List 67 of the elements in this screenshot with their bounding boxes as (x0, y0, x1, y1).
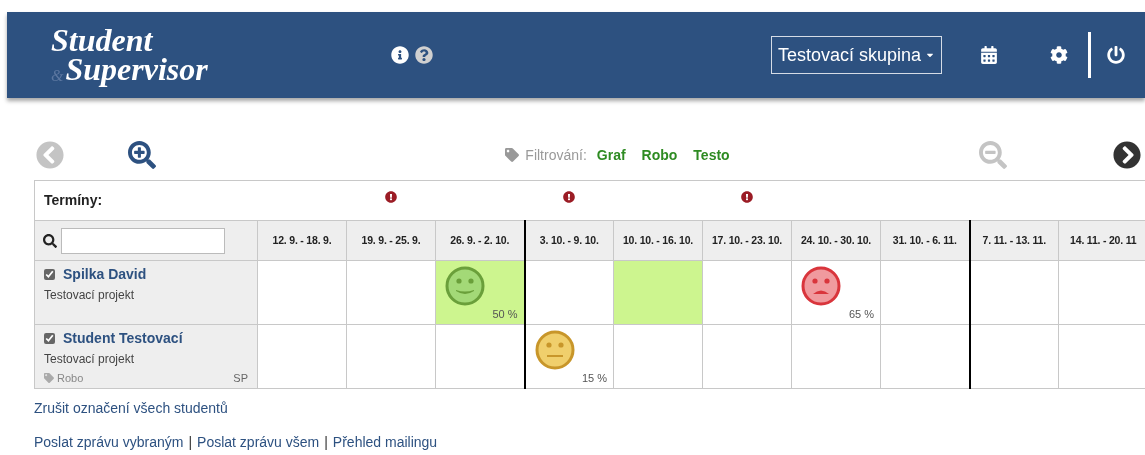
week-cell[interactable] (613, 260, 703, 325)
power-icon[interactable] (1107, 46, 1125, 64)
week-header: 10. 10. - 16. 10. (613, 220, 703, 261)
week-cell[interactable] (257, 324, 347, 389)
percent-label: 15 % (581, 370, 607, 386)
week-cell[interactable] (257, 260, 347, 325)
info-icon[interactable] (391, 46, 409, 64)
search-icon (43, 233, 57, 248)
deadlines-label: Termíny: (34, 180, 258, 221)
filter-link[interactable]: Robo (641, 144, 678, 166)
week-cell[interactable] (346, 260, 436, 325)
deadline-icon[interactable] (563, 191, 575, 204)
week-header: 17. 10. - 23. 10. (702, 220, 792, 261)
student-name-link[interactable]: Spilka David (63, 264, 147, 285)
deadline-icon[interactable] (741, 191, 753, 204)
week-header: 19. 9. - 25. 9. (346, 220, 436, 261)
week-cell[interactable] (524, 260, 614, 325)
zoom-in-icon[interactable] (128, 141, 156, 169)
week-cell[interactable] (702, 260, 792, 325)
week-cell[interactable] (613, 324, 703, 389)
footer-link[interactable]: Poslat zprávu všem (197, 433, 320, 451)
tag-icon (505, 148, 520, 162)
next-icon[interactable] (1113, 141, 1141, 169)
week-header: 14. 11. - 20. 11 (1058, 220, 1145, 261)
week-header: 31. 10. - 6. 11. (880, 220, 970, 261)
week-cell[interactable] (969, 324, 1059, 389)
deadline-icon[interactable] (385, 191, 397, 204)
filter-label: Filtrování: (525, 145, 587, 165)
separator: | (188, 433, 193, 451)
student-checkbox[interactable] (44, 269, 55, 280)
week-cell[interactable]: 15 % (524, 324, 614, 389)
student-name-link[interactable]: Student Testovací (63, 328, 183, 349)
week-cell[interactable] (435, 324, 525, 389)
project-name: Testovací projekt (44, 287, 136, 304)
week-cell[interactable] (1058, 324, 1145, 389)
project-name: Testovací projekt (44, 351, 136, 368)
week-header: 12. 9. - 18. 9. (257, 220, 347, 261)
help-icon[interactable] (415, 46, 433, 64)
student-tag: Robo (57, 369, 84, 386)
settings-icon[interactable] (1050, 46, 1068, 64)
week-cell[interactable]: 50 % (435, 260, 525, 325)
week-cell[interactable] (880, 260, 970, 325)
week-header: 26. 9. - 2. 10. (435, 220, 525, 261)
week-cell[interactable]: 65 % (791, 260, 881, 325)
calendar-icon[interactable] (980, 46, 998, 64)
supervisor-initials: SP (233, 370, 248, 386)
filter-link[interactable]: Testo (693, 144, 730, 166)
week-header: 24. 10. - 30. 10. (791, 220, 881, 261)
unselect-all-link[interactable]: Zrušit označení všech studentů (34, 399, 1145, 417)
group-select[interactable]: Testovací skupina (770, 36, 942, 74)
week-cell[interactable] (791, 324, 881, 389)
week-cell[interactable] (969, 260, 1059, 325)
footer-link[interactable]: Poslat zprávu vybraným (34, 433, 184, 451)
week-cell[interactable] (880, 324, 970, 389)
tag-icon (44, 372, 54, 383)
search-field[interactable] (61, 227, 225, 254)
percent-label: 65 % (848, 306, 874, 322)
filter-link[interactable]: Graf (596, 144, 626, 166)
logo-ampersand: & (51, 68, 64, 84)
separator: | (324, 433, 328, 451)
student-checkbox[interactable] (44, 333, 55, 344)
week-cell[interactable] (702, 324, 792, 389)
percent-label: 50 % (492, 306, 518, 322)
footer-link[interactable]: Přehled mailingu (332, 433, 438, 451)
week-cell[interactable] (346, 324, 436, 389)
logo-text: Student (51, 26, 153, 54)
week-cell[interactable] (1058, 260, 1145, 325)
